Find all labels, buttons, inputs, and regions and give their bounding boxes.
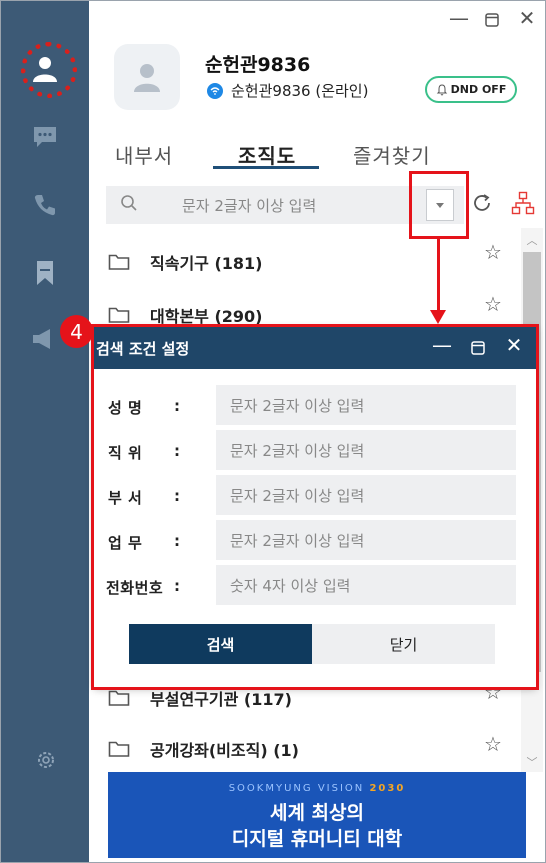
dnd-label: DND OFF xyxy=(450,83,507,96)
active-tab-indicator xyxy=(213,166,319,169)
banner-line2: 디지털 휴머니티 대학 xyxy=(231,828,403,850)
tab-org-chart[interactable]: 조직도 xyxy=(238,140,296,169)
folder-icon xyxy=(108,690,130,706)
star-icon[interactable]: ☆ xyxy=(484,240,502,264)
avatar[interactable] xyxy=(114,44,180,110)
folder-icon xyxy=(108,307,130,323)
star-icon[interactable]: ☆ xyxy=(484,292,502,316)
status-text: 순헌관9836 (온라인) xyxy=(231,82,369,100)
list-item-label: 공개강좌(비조직) (1) xyxy=(150,741,299,760)
tab-department[interactable]: 내부서 xyxy=(115,140,173,169)
folder-icon xyxy=(108,254,130,270)
search-icon xyxy=(120,194,138,216)
bell-icon xyxy=(436,83,447,95)
highlight-ring xyxy=(21,42,77,98)
highlight-box xyxy=(91,324,539,690)
promo-banner[interactable]: SOOKMYUNG VISION 2030 세계 최상의 디지털 휴머니티 대학 xyxy=(108,772,526,858)
list-item[interactable]: 직속기구 (181) xyxy=(108,242,508,282)
banner-tagline: SOOKMYUNG VISION 2030 xyxy=(228,783,406,794)
scroll-down-icon[interactable]: ﹀ xyxy=(523,754,541,770)
banner-line1: 세계 최상의 xyxy=(269,802,364,824)
search-placeholder: 문자 2글자 이상 입력 xyxy=(182,197,317,215)
phone-icon[interactable] xyxy=(29,189,61,221)
maximize-icon[interactable] xyxy=(478,8,506,32)
chat-icon[interactable] xyxy=(29,121,61,153)
status-row: 순헌관9836 (온라인) xyxy=(207,80,368,101)
gear-icon[interactable] xyxy=(35,749,57,775)
profile-name: 순헌관9836 xyxy=(205,54,311,76)
megaphone-icon[interactable] xyxy=(29,323,61,355)
wifi-status-icon xyxy=(207,82,223,99)
org-chart-icon[interactable] xyxy=(511,191,535,219)
minimize-icon[interactable]: — xyxy=(445,6,473,30)
refresh-icon[interactable] xyxy=(471,192,493,218)
sidebar xyxy=(1,1,89,862)
list-item-label: 직속기구 (181) xyxy=(150,254,263,273)
close-icon[interactable]: ✕ xyxy=(513,6,541,30)
bookmark-icon[interactable] xyxy=(29,257,61,289)
list-item[interactable]: 공개강좌(비조직) (1) xyxy=(108,729,508,769)
highlight-box xyxy=(409,171,469,239)
dnd-toggle[interactable]: DND OFF xyxy=(425,76,517,103)
tab-favorites[interactable]: 즐겨찾기 xyxy=(353,140,431,169)
folder-icon xyxy=(108,741,130,757)
star-icon[interactable]: ☆ xyxy=(484,732,502,756)
scroll-up-icon[interactable]: ︿ xyxy=(523,232,541,248)
step-badge: 4 xyxy=(60,315,93,348)
